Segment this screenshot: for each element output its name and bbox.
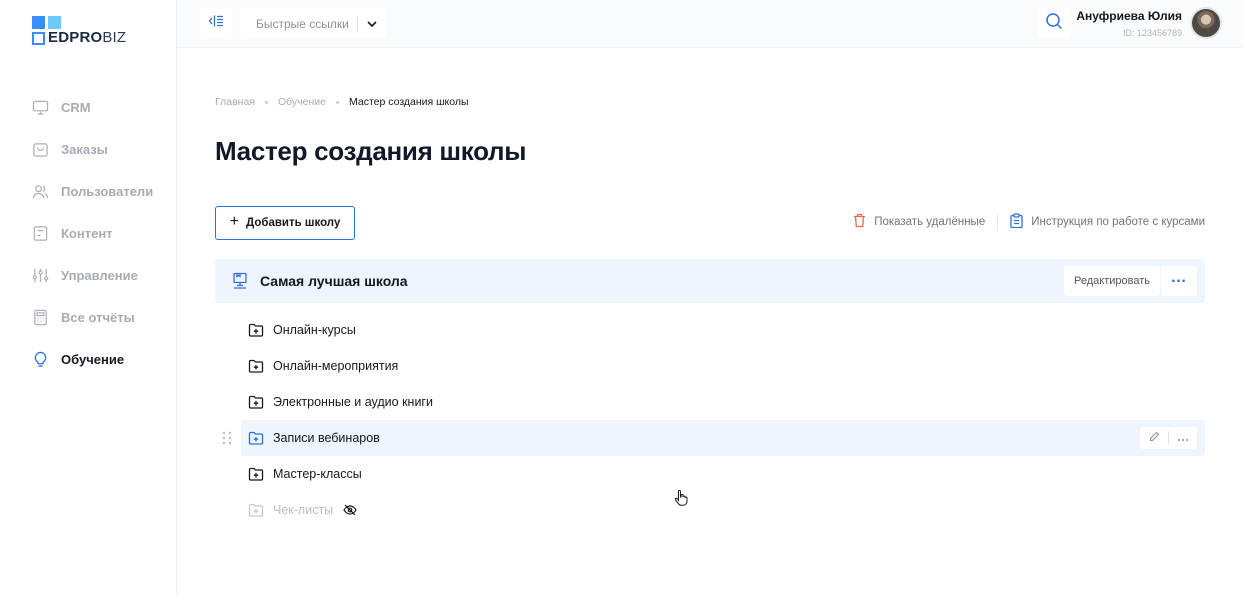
logo-text: EDPROBIZ <box>48 29 127 46</box>
monitor-icon <box>32 99 49 116</box>
add-school-label: Добавить школу <box>245 217 341 229</box>
sidebar-item-users[interactable]: Пользователи <box>0 170 176 212</box>
folder-label: Мастер-классы <box>273 467 362 481</box>
edit-folder-button[interactable] <box>1140 427 1168 449</box>
user-name: Ануфриева Юлия <box>1076 8 1182 23</box>
folder-plus-icon <box>248 430 264 446</box>
breadcrumb-current: Мастер создания школы <box>348 96 469 108</box>
folder-plus-icon <box>248 358 264 374</box>
sidebar-item-crm[interactable]: CRM <box>0 86 176 128</box>
sidebar-item-label: CRM <box>61 99 91 115</box>
sidebar-item-label: Обучение <box>61 351 125 367</box>
folder-plus-icon <box>248 394 264 410</box>
sidebar-item-orders[interactable]: Заказы <box>0 128 176 170</box>
page-title: Мастер создания школы <box>215 136 527 166</box>
quick-links-dropdown[interactable]: Быстрые ссылки <box>240 8 386 39</box>
divider <box>997 214 999 230</box>
users-icon <box>32 183 49 200</box>
trash-icon <box>853 213 874 231</box>
breadcrumb-section-link[interactable]: Обучение <box>278 96 326 108</box>
calculator-icon <box>32 309 49 326</box>
folder-item-ebooks[interactable]: Электронные и аудио книги <box>241 384 1205 420</box>
user-menu[interactable]: Ануфриева Юлия ID: 123456789 <box>1076 7 1222 39</box>
folder-plus-icon <box>248 466 264 482</box>
collapse-menu-icon <box>208 14 224 33</box>
school-icon <box>231 272 249 290</box>
sidebar-item-label: Управление <box>61 267 138 283</box>
school-more-button[interactable]: … <box>1161 266 1197 296</box>
folder-label: Онлайн-курсы <box>273 323 356 337</box>
sidebar-item-label: Все отчёты <box>61 309 135 325</box>
topbar: Быстрые ссылки Ануфриева Юлия ID: 123456… <box>177 0 1244 48</box>
folder-item-checklists[interactable]: Чек-листы <box>241 492 1205 528</box>
folder-plus-icon <box>248 322 264 338</box>
show-deleted-button[interactable]: Показать удалённые <box>853 213 985 231</box>
sliders-icon <box>32 267 49 284</box>
folder-label: Записи вебинаров <box>273 431 380 445</box>
sidebar-item-label: Заказы <box>61 141 108 157</box>
user-info: Ануфриева Юлия ID: 123456789 <box>1076 9 1182 38</box>
show-deleted-label: Показать удалённые <box>874 216 986 228</box>
edit-school-button[interactable]: Редактировать <box>1064 266 1160 296</box>
more-dots-icon <box>1177 429 1189 447</box>
folder-label: Электронные и аудио книги <box>273 395 433 409</box>
sidebar-item-label: Пользователи <box>61 183 154 199</box>
lightbulb-icon <box>32 351 49 368</box>
school-header-row[interactable]: Самая лучшая школа Редактировать … <box>215 259 1205 303</box>
page-actions: Показать удалённые Инструкция по работе … <box>853 213 1205 231</box>
quick-links-label: Быстрые ссылки <box>256 16 349 31</box>
sidebar-item-label: Контент <box>61 225 113 241</box>
user-id: ID: 123456789 <box>1122 27 1182 38</box>
logo[interactable]: EDPROBIZ <box>32 14 126 46</box>
breadcrumb-home-link[interactable]: Главная <box>215 96 255 108</box>
breadcrumb: Главная Обучение Мастер создания школы <box>215 96 469 108</box>
folder-more-button[interactable] <box>1169 427 1197 449</box>
chevron-down-icon <box>358 20 386 27</box>
instructions-link[interactable]: Инструкция по работе с курсами <box>1010 213 1205 231</box>
sidebar: EDPROBIZ CRM Заказы Пользователи Контент… <box>0 0 177 594</box>
add-school-button[interactable]: + Добавить школу <box>215 206 355 240</box>
app-root: EDPROBIZ CRM Заказы Пользователи Контент… <box>0 0 1244 594</box>
clipboard-icon <box>1010 213 1031 231</box>
plus-icon: + <box>229 213 239 230</box>
folder-list: Онлайн-курсы Онлайн-мероприятия Электрон… <box>222 312 1205 528</box>
row-tools <box>1140 427 1197 449</box>
folder-item-online-events[interactable]: Онлайн-мероприятия <box>241 348 1205 384</box>
search-icon <box>1045 12 1063 35</box>
folder-item-online-courses[interactable]: Онлайн-курсы <box>241 312 1205 348</box>
search-button[interactable] <box>1038 8 1070 39</box>
school-title: Самая лучшая школа <box>260 273 408 289</box>
pointer-hand-icon <box>674 490 688 506</box>
instructions-label: Инструкция по работе с курсами <box>1031 216 1205 228</box>
breadcrumb-separator <box>335 100 339 104</box>
content-icon <box>32 225 49 242</box>
breadcrumb-separator <box>264 100 268 104</box>
bag-icon <box>32 141 49 158</box>
collapse-sidebar-button[interactable] <box>200 8 232 39</box>
folder-item-master-classes[interactable]: Мастер-классы <box>241 456 1205 492</box>
sidebar-item-content[interactable]: Контент <box>0 212 176 254</box>
eye-off-icon[interactable] <box>343 504 357 516</box>
more-dots-icon: … <box>1170 269 1188 286</box>
sidebar-nav: CRM Заказы Пользователи Контент Управлен… <box>0 86 176 380</box>
folder-plus-icon <box>248 502 264 518</box>
avatar[interactable] <box>1190 7 1222 39</box>
sidebar-item-reports[interactable]: Все отчёты <box>0 296 176 338</box>
folder-item-webinar-recordings[interactable]: Записи вебинаров <box>222 420 1205 456</box>
sidebar-item-management[interactable]: Управление <box>0 254 176 296</box>
sidebar-item-learning[interactable]: Обучение <box>0 338 176 380</box>
folder-label: Чек-листы <box>273 503 334 517</box>
folder-label: Онлайн-мероприятия <box>273 359 399 373</box>
drag-handle-icon[interactable] <box>222 431 232 445</box>
pencil-icon <box>1149 429 1160 447</box>
